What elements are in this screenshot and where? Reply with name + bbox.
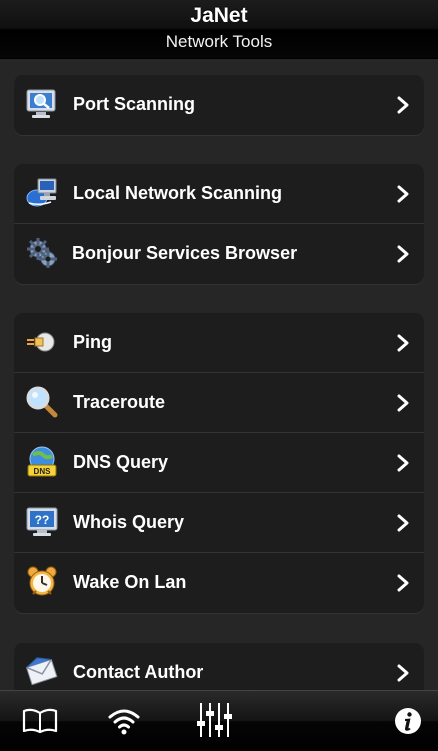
menu-item-port-scanning[interactable]: Port Scanning (14, 75, 424, 135)
menu-item-local-network-scanning[interactable]: Local Network Scanning (14, 164, 424, 224)
chevron-right-icon (396, 393, 410, 413)
chevron-right-icon (396, 573, 410, 593)
dns-globe-icon: DNS (25, 445, 59, 479)
chevron-right-icon (396, 333, 410, 353)
monitor-magnifier-icon (25, 87, 59, 121)
svg-text:DNS: DNS (34, 467, 52, 476)
envelope-icon (25, 655, 59, 689)
menu-item-whois-query[interactable]: ?? Whois Query (14, 493, 424, 553)
menu-group-tools: Ping Traceroute DNS DNS Query ?? Whois Q… (14, 313, 424, 613)
chevron-right-icon (396, 95, 410, 115)
menu-item-label: Wake On Lan (73, 572, 187, 592)
menu-item-label: Bonjour Services Browser (72, 243, 298, 263)
chevron-right-icon (396, 184, 410, 204)
menu-group-network: Local Network Scanning Bonjour Services … (14, 164, 424, 284)
magnifier-icon (25, 385, 59, 419)
monitor-question-icon: ?? (25, 505, 59, 539)
menu-item-label: Local Network Scanning (73, 183, 283, 203)
chevron-right-icon (396, 663, 410, 683)
chevron-right-icon (396, 453, 410, 473)
menu-item-label: Contact Author (73, 662, 204, 682)
navigation-bar: JaNet Network Tools (0, 0, 438, 59)
menu-group-contact: Contact Author (14, 643, 424, 690)
ping-bullet-icon (25, 325, 59, 359)
menu-item-wake-on-lan[interactable]: Wake On Lan (14, 553, 424, 613)
menu-item-contact-author[interactable]: Contact Author (14, 643, 424, 690)
menu-item-label: Whois Query (73, 512, 185, 532)
chevron-right-icon (396, 244, 410, 264)
menu-item-label: Traceroute (73, 392, 166, 412)
tab-bar (0, 690, 438, 751)
menu-item-label: Ping (73, 332, 112, 352)
chevron-right-icon (396, 513, 410, 533)
menu-item-label: DNS Query (73, 452, 169, 472)
svg-text:??: ?? (35, 513, 50, 527)
menu-item-dns-query[interactable]: DNS DNS Query (14, 433, 424, 493)
equalizer-icon[interactable] (195, 701, 235, 739)
gears-icon (25, 236, 59, 270)
menu-item-ping[interactable]: Ping (14, 313, 424, 373)
app-title: JaNet (190, 4, 248, 27)
app-subtitle: Network Tools (165, 32, 273, 51)
wifi-icon[interactable] (107, 705, 141, 737)
menu-item-bonjour-services-browser[interactable]: Bonjour Services Browser (14, 224, 424, 284)
menu-item-label: Port Scanning (73, 94, 196, 114)
alarm-clock-icon (25, 565, 59, 599)
info-icon[interactable] (394, 707, 422, 735)
menu-list[interactable]: Port Scanning Local Network Scanning Bon… (0, 59, 438, 690)
menu-item-traceroute[interactable]: Traceroute (14, 373, 424, 433)
menu-group-scanning: Port Scanning (14, 75, 424, 135)
network-computer-icon (25, 176, 59, 210)
book-icon[interactable] (22, 705, 58, 737)
